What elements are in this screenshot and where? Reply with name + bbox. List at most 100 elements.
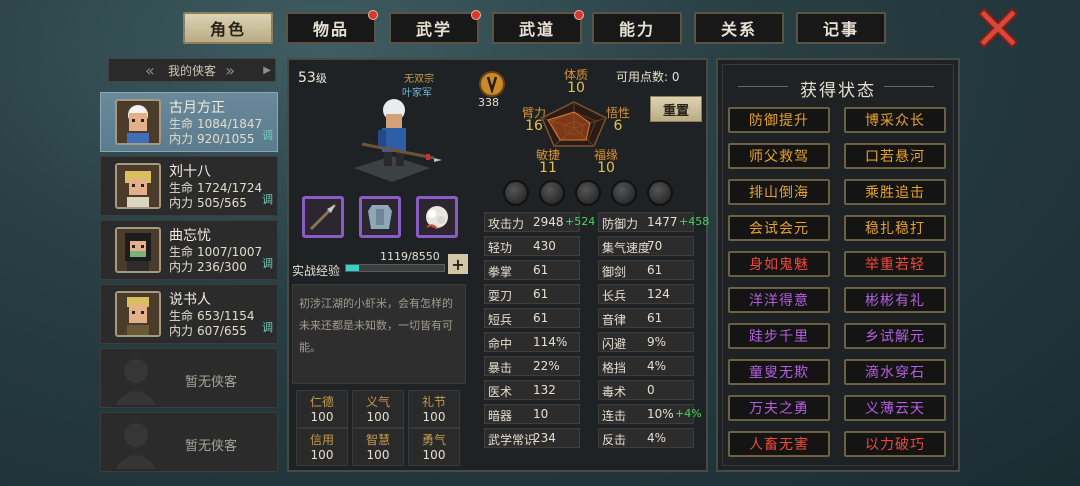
equip-slot-accessory[interactable]: [416, 196, 458, 238]
status-badge[interactable]: 乘胜追击: [844, 179, 946, 205]
status-badge[interactable]: 义薄云天: [844, 395, 946, 421]
chevron-left-icon[interactable]: «: [145, 61, 155, 80]
roster-member-2[interactable]: 刘十八 生命 1724/1724 内力 505/565 调: [100, 156, 278, 216]
virtue-renyi: 仁德 100: [296, 390, 348, 428]
roster-member-1[interactable]: 古月方正 生命 1084/1847 内力 920/1055 调: [100, 92, 278, 152]
skill-slot[interactable]: [611, 180, 637, 206]
empty-portrait-icon: [115, 359, 157, 405]
member-mp: 内力 607/655: [169, 324, 247, 338]
status-badge[interactable]: 博采众长: [844, 107, 946, 133]
status-badge[interactable]: 乡试解元: [844, 323, 946, 349]
stat-row: 长兵 124: [598, 284, 694, 304]
stat-row: 暗器 10: [484, 404, 580, 424]
stat-row: 耍刀 61: [484, 284, 580, 304]
adjust-button[interactable]: 调: [262, 319, 273, 335]
tab-relations[interactable]: 关系: [694, 12, 784, 44]
skill-slot[interactable]: [539, 180, 565, 206]
member-name: 古月方正: [169, 100, 225, 116]
avatar: [115, 99, 161, 145]
status-badge[interactable]: 口若悬河: [844, 143, 946, 169]
status-badge[interactable]: 举重若轻: [844, 251, 946, 277]
status-badge[interactable]: 身如鬼魅: [728, 251, 830, 277]
arrow-right-icon[interactable]: ▶: [263, 65, 271, 76]
available-points: 可用点数: 0: [616, 70, 680, 84]
stat-bonus: +4%: [675, 407, 702, 420]
adjust-button[interactable]: 调: [262, 255, 273, 271]
stat-label: 毒术: [602, 385, 627, 399]
tab-character[interactable]: 角色: [183, 12, 273, 44]
equip-slot-weapon[interactable]: [302, 196, 344, 238]
stat-value: 70: [647, 239, 663, 253]
status-badge[interactable]: 以力破巧: [844, 431, 946, 457]
stat-label: 音律: [602, 313, 627, 327]
stat-value: 9%: [647, 335, 667, 349]
status-badge[interactable]: 洋洋得意: [728, 287, 830, 313]
tab-abilities[interactable]: 能力: [592, 12, 682, 44]
status-badge[interactable]: 防御提升: [728, 107, 830, 133]
stat-value: 61: [647, 311, 663, 325]
status-badge[interactable]: 跬步千里: [728, 323, 830, 349]
roster-member-4[interactable]: 说书人 生命 653/1154 内力 607/655 调: [100, 284, 278, 344]
skill-slot[interactable]: [647, 180, 673, 206]
status-badge[interactable]: 童叟无欺: [728, 359, 830, 385]
status-badge[interactable]: 师父救驾: [728, 143, 830, 169]
notification-dot-icon: [471, 10, 481, 20]
roster-empty-slot[interactable]: 暂无侠客: [100, 348, 278, 408]
attr-value-fuyuan: 10: [597, 160, 615, 176]
stat-value: 22%: [533, 359, 560, 373]
roster-empty-slot[interactable]: 暂无侠客: [100, 412, 278, 472]
tab-martial-arts[interactable]: 武学: [389, 10, 481, 44]
medal-value: 338: [478, 96, 499, 109]
stat-value: 4%: [647, 431, 667, 445]
fur-accessory-icon: [426, 206, 448, 230]
spear-icon: [309, 203, 337, 231]
add-exp-button[interactable]: +: [448, 254, 468, 274]
member-mp: 内力 505/565: [169, 196, 247, 210]
status-badge[interactable]: 彬彬有礼: [844, 287, 946, 313]
title-divider: [884, 86, 934, 87]
stat-row: 闪避 9%: [598, 332, 694, 352]
stat-label: 闪避: [602, 337, 627, 351]
tab-label: 能力: [618, 20, 655, 39]
stat-row: 轻功 430: [484, 236, 580, 256]
stat-value: 61: [533, 287, 549, 301]
tab-items[interactable]: 物品: [286, 10, 378, 44]
status-badge[interactable]: 人畜无害: [728, 431, 830, 457]
roster-member-3[interactable]: 曲忘忧 生命 1007/1007 内力 236/300 调: [100, 220, 278, 280]
stat-row: 武学常识 234: [484, 428, 580, 448]
close-icon[interactable]: [978, 8, 1018, 48]
stat-value: 4%: [647, 359, 667, 373]
stat-label: 耍刀: [488, 289, 513, 303]
skill-slot[interactable]: [575, 180, 601, 206]
armor-icon: [368, 205, 392, 229]
status-badge[interactable]: 会试会元: [728, 215, 830, 241]
stat-row: 暴击 22%: [484, 356, 580, 376]
stat-value: 114%: [533, 335, 568, 349]
status-badge[interactable]: 稳扎稳打: [844, 215, 946, 241]
empty-label: 暂无侠客: [185, 375, 238, 390]
stat-row: 连击 10% +4%: [598, 404, 702, 424]
status-badge[interactable]: 排山倒海: [728, 179, 830, 205]
tab-label: 角色: [209, 20, 246, 39]
attr-value-minjie: 11: [539, 160, 557, 176]
status-badge[interactable]: 万夫之勇: [728, 395, 830, 421]
character-sect: 无双宗: [404, 74, 434, 85]
adjust-button[interactable]: 调: [262, 127, 273, 143]
skill-slot[interactable]: [503, 180, 529, 206]
stat-label: 武学常识: [488, 433, 537, 447]
virtue-lijie: 礼节 100: [408, 390, 460, 428]
stat-label: 长兵: [602, 289, 627, 303]
tab-martial-way[interactable]: 武道: [492, 10, 584, 44]
status-badge[interactable]: 滴水穿石: [844, 359, 946, 385]
reset-button[interactable]: 重置: [650, 96, 702, 122]
stat-row: 反击 4%: [598, 428, 694, 448]
stat-bonus: +458: [679, 215, 710, 228]
equip-slot-armor[interactable]: [359, 196, 401, 238]
tab-label: 武道: [518, 20, 555, 39]
chevron-right-icon[interactable]: »: [225, 61, 235, 80]
tab-label: 物品: [312, 20, 349, 39]
member-mp: 内力 920/1055: [169, 132, 255, 146]
adjust-button[interactable]: 调: [262, 191, 273, 207]
title-divider: [738, 86, 788, 87]
tab-journal[interactable]: 记事: [796, 12, 886, 44]
